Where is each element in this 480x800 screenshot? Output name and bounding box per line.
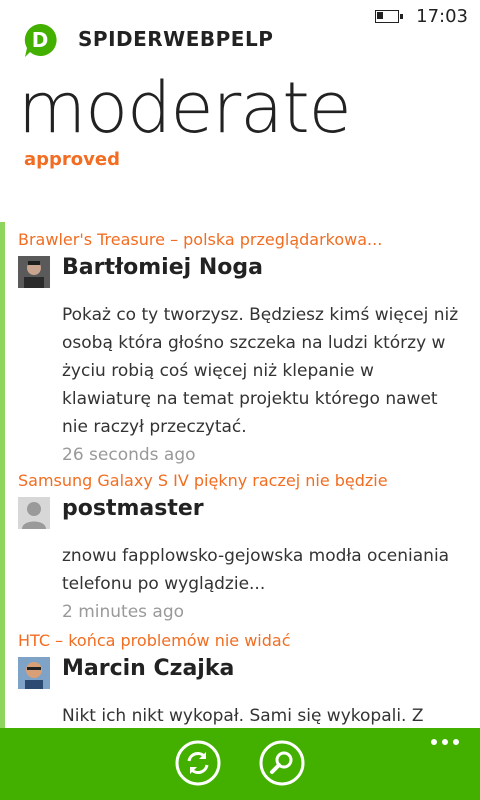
comment-topic[interactable]: Brawler's Treasure – polska przeglądarko… [18, 230, 480, 249]
comment-author: Bartłomiej Noga [62, 255, 263, 280]
status-time: 17:03 [416, 6, 468, 27]
comment-topic[interactable]: Samsung Galaxy S IV piękny raczej nie bę… [18, 471, 480, 490]
comment-author: Marcin Czajka [62, 656, 235, 681]
avatar-photo-icon [18, 657, 50, 689]
svg-text:D: D [32, 28, 49, 52]
refresh-icon[interactable] [175, 740, 221, 786]
app-logo-icon: D [24, 23, 57, 58]
default-avatar-icon [18, 497, 50, 529]
comment-item[interactable]: HTC – końca problemów nie widać Marcin C… [18, 631, 480, 730]
comment-body: Pokaż co ty tworzysz. Będziesz kimś więc… [62, 305, 459, 437]
comment-body: Nikt ich nikt wykopał. Sami się wykopali… [62, 706, 424, 726]
app-title: SPIDERWEBPELP [78, 27, 274, 51]
app-bar [0, 728, 480, 800]
pivot-approved[interactable]: approved [24, 149, 120, 170]
list-accent-bar [0, 222, 5, 730]
comment-topic[interactable]: HTC – końca problemów nie widać [18, 631, 480, 650]
more-icon[interactable] [430, 738, 460, 746]
comment-time: 2 minutes ago [62, 602, 185, 622]
battery-icon [375, 10, 403, 23]
comment-time: 26 seconds ago [62, 445, 196, 465]
avatar-photo-icon [18, 256, 50, 288]
page-title: moderate [18, 67, 352, 149]
comment-item[interactable]: Samsung Galaxy S IV piękny raczej nie bę… [18, 471, 480, 622]
search-icon[interactable] [259, 740, 305, 786]
comment-body: znowu fapplowsko-gejowska modła oceniani… [62, 546, 450, 594]
comment-list[interactable]: Brawler's Treasure – polska przeglądarko… [0, 222, 480, 730]
comment-author: postmaster [62, 496, 204, 521]
comment-item[interactable]: Brawler's Treasure – polska przeglądarko… [18, 230, 480, 465]
